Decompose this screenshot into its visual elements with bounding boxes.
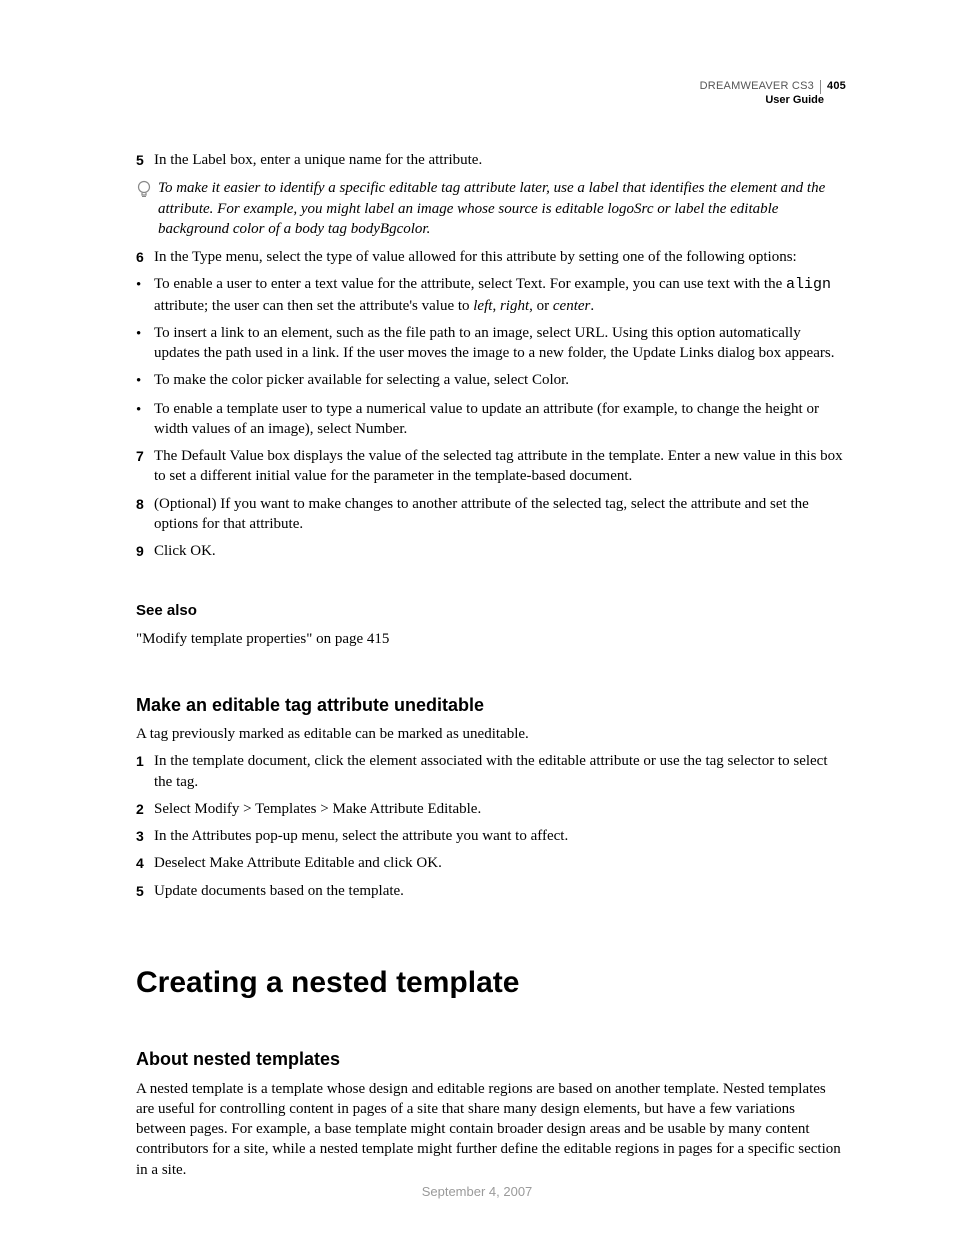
intro-text: A tag previously marked as editable can … xyxy=(136,724,846,744)
step-8: 8 (Optional) If you want to make changes… xyxy=(136,494,846,535)
running-header: DREAMWEAVER CS3 405 User Guide xyxy=(700,80,846,108)
step-text: (Optional) If you want to make changes t… xyxy=(154,494,846,535)
step-number: 7 xyxy=(136,446,154,487)
term-center: center xyxy=(553,298,590,314)
uned-step-4: 4 Deselect Make Attribute Editable and c… xyxy=(136,853,846,873)
doc-title: User Guide xyxy=(700,94,846,108)
bullet-icon xyxy=(136,370,154,391)
about-nested-para: A nested template is a template whose de… xyxy=(136,1079,846,1180)
step-text: In the template document, click the elem… xyxy=(154,751,846,792)
uned-step-2: 2 Select Modify > Templates > Make Attri… xyxy=(136,799,846,819)
step-number: 8 xyxy=(136,494,154,535)
uned-step-5: 5 Update documents based on the template… xyxy=(136,881,846,901)
step-number: 2 xyxy=(136,799,154,819)
step-6: 6 In the Type menu, select the type of v… xyxy=(136,247,846,267)
step-text: In the Label box, enter a unique name fo… xyxy=(154,150,846,170)
uned-step-1: 1 In the template document, click the el… xyxy=(136,751,846,792)
uned-step-3: 3 In the Attributes pop-up menu, select … xyxy=(136,826,846,846)
page-number: 405 xyxy=(821,80,846,94)
step-text: Update documents based on the template. xyxy=(154,881,846,901)
text-fragment: attribute; the user can then set the att… xyxy=(154,298,473,314)
step-7: 7 The Default Value box displays the val… xyxy=(136,446,846,487)
bullet-body: To insert a link to an element, such as … xyxy=(154,323,846,364)
bullet-icon xyxy=(136,274,154,316)
step-text: Click OK. xyxy=(154,541,846,561)
see-also-link: "Modify template properties" on page 415 xyxy=(136,629,846,649)
header-line-1: DREAMWEAVER CS3 405 xyxy=(700,80,846,94)
content: 5 In the Label box, enter a unique name … xyxy=(136,150,846,1180)
bullet-body: To make the color picker available for s… xyxy=(154,370,569,391)
bullet-number-option: To enable a template user to type a nume… xyxy=(136,399,846,440)
bullet-body: To enable a user to enter a text value f… xyxy=(154,274,846,316)
code-align: align xyxy=(786,276,831,293)
step-text: In the Type menu, select the type of val… xyxy=(154,247,846,267)
step-number: 5 xyxy=(136,150,154,170)
heading-nested-template: Creating a nested template xyxy=(136,963,846,1004)
bullet-color-option: To make the color picker available for s… xyxy=(136,370,846,391)
heading-about-nested: About nested templates xyxy=(136,1047,846,1071)
lightbulb-icon xyxy=(136,178,158,239)
step-number: 4 xyxy=(136,853,154,873)
tip-note: To make it easier to identify a specific… xyxy=(136,178,846,239)
text-fragment: , or xyxy=(529,298,553,314)
text-fragment: , xyxy=(492,298,500,314)
step-9: 9 Click OK. xyxy=(136,541,846,561)
bullet-url-option: To insert a link to an element, such as … xyxy=(136,323,846,364)
step-number: 1 xyxy=(136,751,154,792)
tip-text: To make it easier to identify a specific… xyxy=(158,178,846,239)
step-text: The Default Value box displays the value… xyxy=(154,446,846,487)
step-5: 5 In the Label box, enter a unique name … xyxy=(136,150,846,170)
footer-date: September 4, 2007 xyxy=(0,1184,954,1199)
step-number: 6 xyxy=(136,247,154,267)
heading-uneditable: Make an editable tag attribute uneditabl… xyxy=(136,693,846,717)
bullet-body: To enable a template user to type a nume… xyxy=(154,399,846,440)
step-text: Select Modify > Templates > Make Attribu… xyxy=(154,799,846,819)
bullet-text-option: To enable a user to enter a text value f… xyxy=(136,274,846,316)
see-also-heading: See also xyxy=(136,601,846,621)
product-name: DREAMWEAVER CS3 xyxy=(700,80,821,94)
text-fragment: To enable a user to enter a text value f… xyxy=(154,276,786,292)
bullet-icon xyxy=(136,323,154,364)
step-number: 9 xyxy=(136,541,154,561)
term-right: right xyxy=(500,298,529,314)
text-fragment: . xyxy=(590,298,594,314)
step-text: Deselect Make Attribute Editable and cli… xyxy=(154,853,846,873)
step-text: In the Attributes pop-up menu, select th… xyxy=(154,826,846,846)
step-number: 3 xyxy=(136,826,154,846)
term-left: left xyxy=(473,298,492,314)
step-number: 5 xyxy=(136,881,154,901)
bullet-icon xyxy=(136,399,154,440)
page: DREAMWEAVER CS3 405 User Guide 5 In the … xyxy=(0,0,954,1235)
